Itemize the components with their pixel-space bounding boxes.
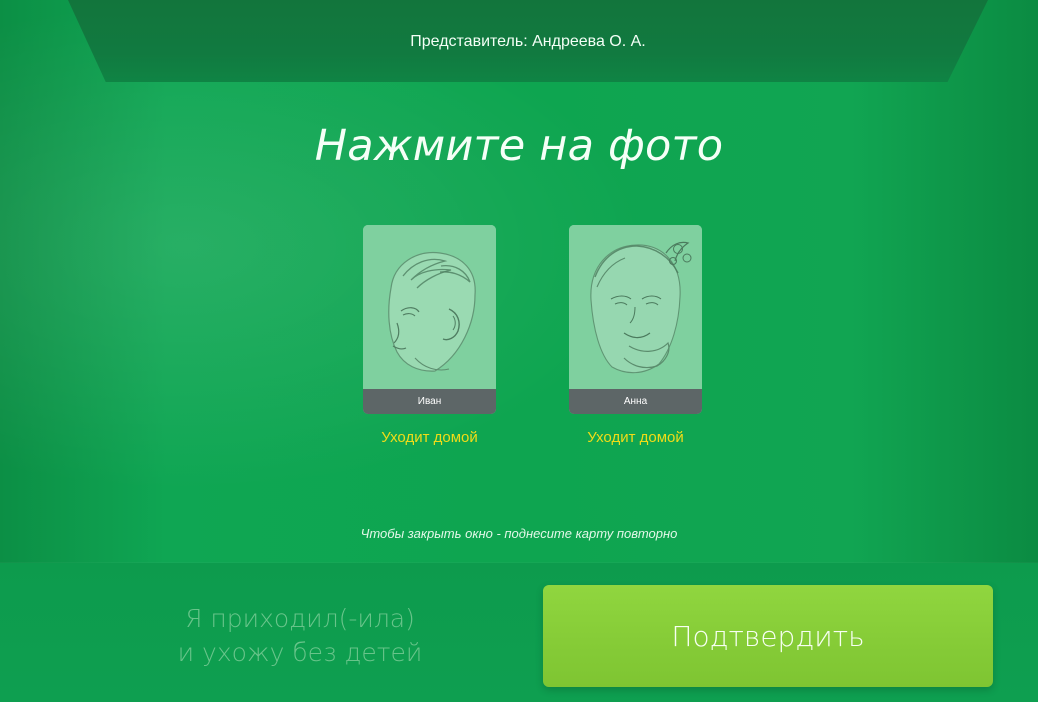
child-card-anna[interactable]: Анна Уходит домой: [569, 225, 702, 446]
header-tab: Представитель: Андреева О. А.: [68, 0, 988, 82]
leave-without-children-line-1: Я приходил(-ила): [185, 604, 415, 633]
leave-without-children-button[interactable]: Я приходил(-ила) и ухожу без детей: [150, 602, 450, 670]
leave-without-children-line-2: и ухожу без детей: [177, 637, 423, 667]
child-status-anna: Уходит домой: [587, 429, 684, 446]
child-card-ivan[interactable]: Иван Уходит домой: [363, 225, 496, 446]
page-title: Нажмите на фото: [314, 121, 724, 171]
girl-portrait-icon: [569, 225, 702, 389]
child-status-ivan: Уходит домой: [381, 429, 478, 446]
confirm-button[interactable]: Подтвердить: [543, 585, 993, 687]
boy-portrait-icon: [363, 225, 496, 389]
child-photo[interactable]: Иван: [363, 225, 496, 414]
close-hint: Чтобы закрыть окно - поднесите карту пов…: [360, 526, 678, 541]
child-photo[interactable]: Анна: [569, 225, 702, 414]
representative-label: Представитель: Андреева О. А.: [410, 33, 646, 50]
child-name-ivan: Иван: [363, 389, 496, 414]
child-name-anna: Анна: [569, 389, 702, 414]
